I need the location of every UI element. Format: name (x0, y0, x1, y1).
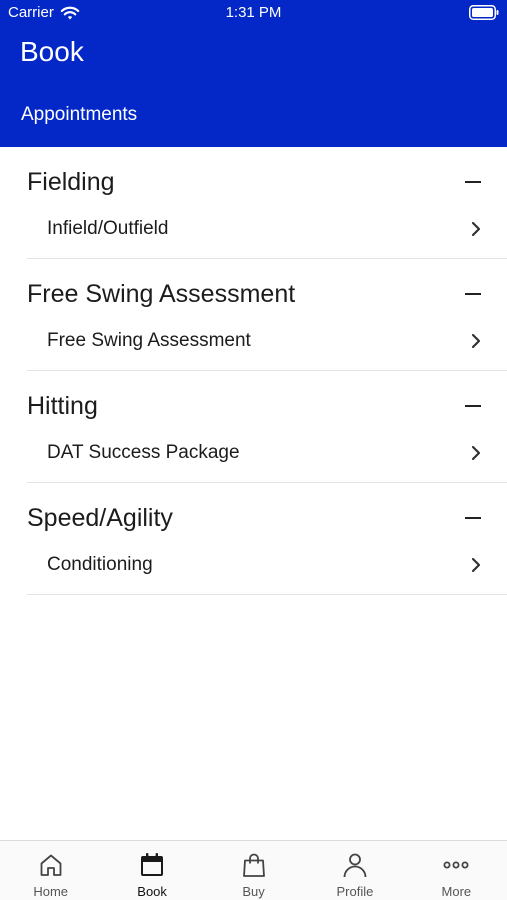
group-speed-agility: Speed/Agility Conditioning (27, 483, 507, 595)
appointments-tab[interactable]: Appointments (21, 104, 137, 126)
calendar-icon (141, 853, 164, 876)
list-item[interactable]: DAT Success Package (47, 439, 482, 467)
tab-label: More (441, 884, 472, 899)
tab-buy[interactable]: Buy (203, 841, 304, 900)
person-icon (343, 853, 367, 878)
group-header[interactable]: Hitting (27, 391, 482, 421)
battery-icon (469, 5, 499, 20)
header: Carrier 1:31 PM Book Appointments (0, 0, 507, 147)
chevron-right-icon (471, 445, 481, 461)
page-title: Book (20, 36, 84, 67)
status-time: 1:31 PM (225, 4, 282, 21)
tab-home[interactable]: Home (0, 841, 101, 900)
collapse-icon[interactable] (465, 181, 481, 183)
more-dots-icon (443, 861, 469, 869)
group-header[interactable]: Fielding (27, 167, 482, 197)
group-title: Fielding (27, 167, 115, 196)
chevron-right-icon (471, 221, 481, 237)
group-free-swing-assessment: Free Swing Assessment Free Swing Assessm… (27, 259, 507, 371)
item-label: Infield/Outfield (47, 218, 169, 239)
appointment-groups: Fielding Infield/Outfield Free Swing Ass… (0, 147, 507, 595)
group-header[interactable]: Free Swing Assessment (27, 279, 482, 309)
tab-book[interactable]: Book (101, 841, 202, 900)
chevron-right-icon (471, 557, 481, 573)
list-item[interactable]: Infield/Outfield (47, 215, 482, 243)
collapse-icon[interactable] (465, 517, 481, 519)
shopping-bag-icon (242, 853, 265, 877)
home-icon (40, 854, 62, 876)
collapse-icon[interactable] (465, 293, 481, 295)
list-item[interactable]: Conditioning (47, 551, 482, 579)
tab-label: Profile (336, 884, 374, 899)
tab-profile[interactable]: Profile (304, 841, 405, 900)
item-label: Free Swing Assessment (47, 330, 251, 351)
list-item[interactable]: Free Swing Assessment (47, 327, 482, 355)
group-title: Free Swing Assessment (27, 279, 296, 308)
item-label: Conditioning (47, 554, 153, 575)
group-hitting: Hitting DAT Success Package (27, 371, 507, 483)
tab-label: Book (137, 884, 167, 899)
group-title: Hitting (27, 391, 98, 420)
item-label: DAT Success Package (47, 442, 240, 463)
group-header[interactable]: Speed/Agility (27, 503, 482, 533)
tab-more[interactable]: More (406, 841, 507, 900)
tab-label: Home (33, 884, 69, 899)
collapse-icon[interactable] (465, 405, 481, 407)
chevron-right-icon (471, 333, 481, 349)
group-title: Speed/Agility (27, 503, 173, 532)
screen: Carrier 1:31 PM Book Appointments Fieldi… (0, 0, 507, 900)
status-bar: Carrier 1:31 PM (0, 0, 507, 26)
tab-bar: Home Book Buy Profile More (0, 840, 507, 900)
group-fielding: Fielding Infield/Outfield (27, 147, 507, 259)
tab-label: Buy (242, 884, 265, 899)
